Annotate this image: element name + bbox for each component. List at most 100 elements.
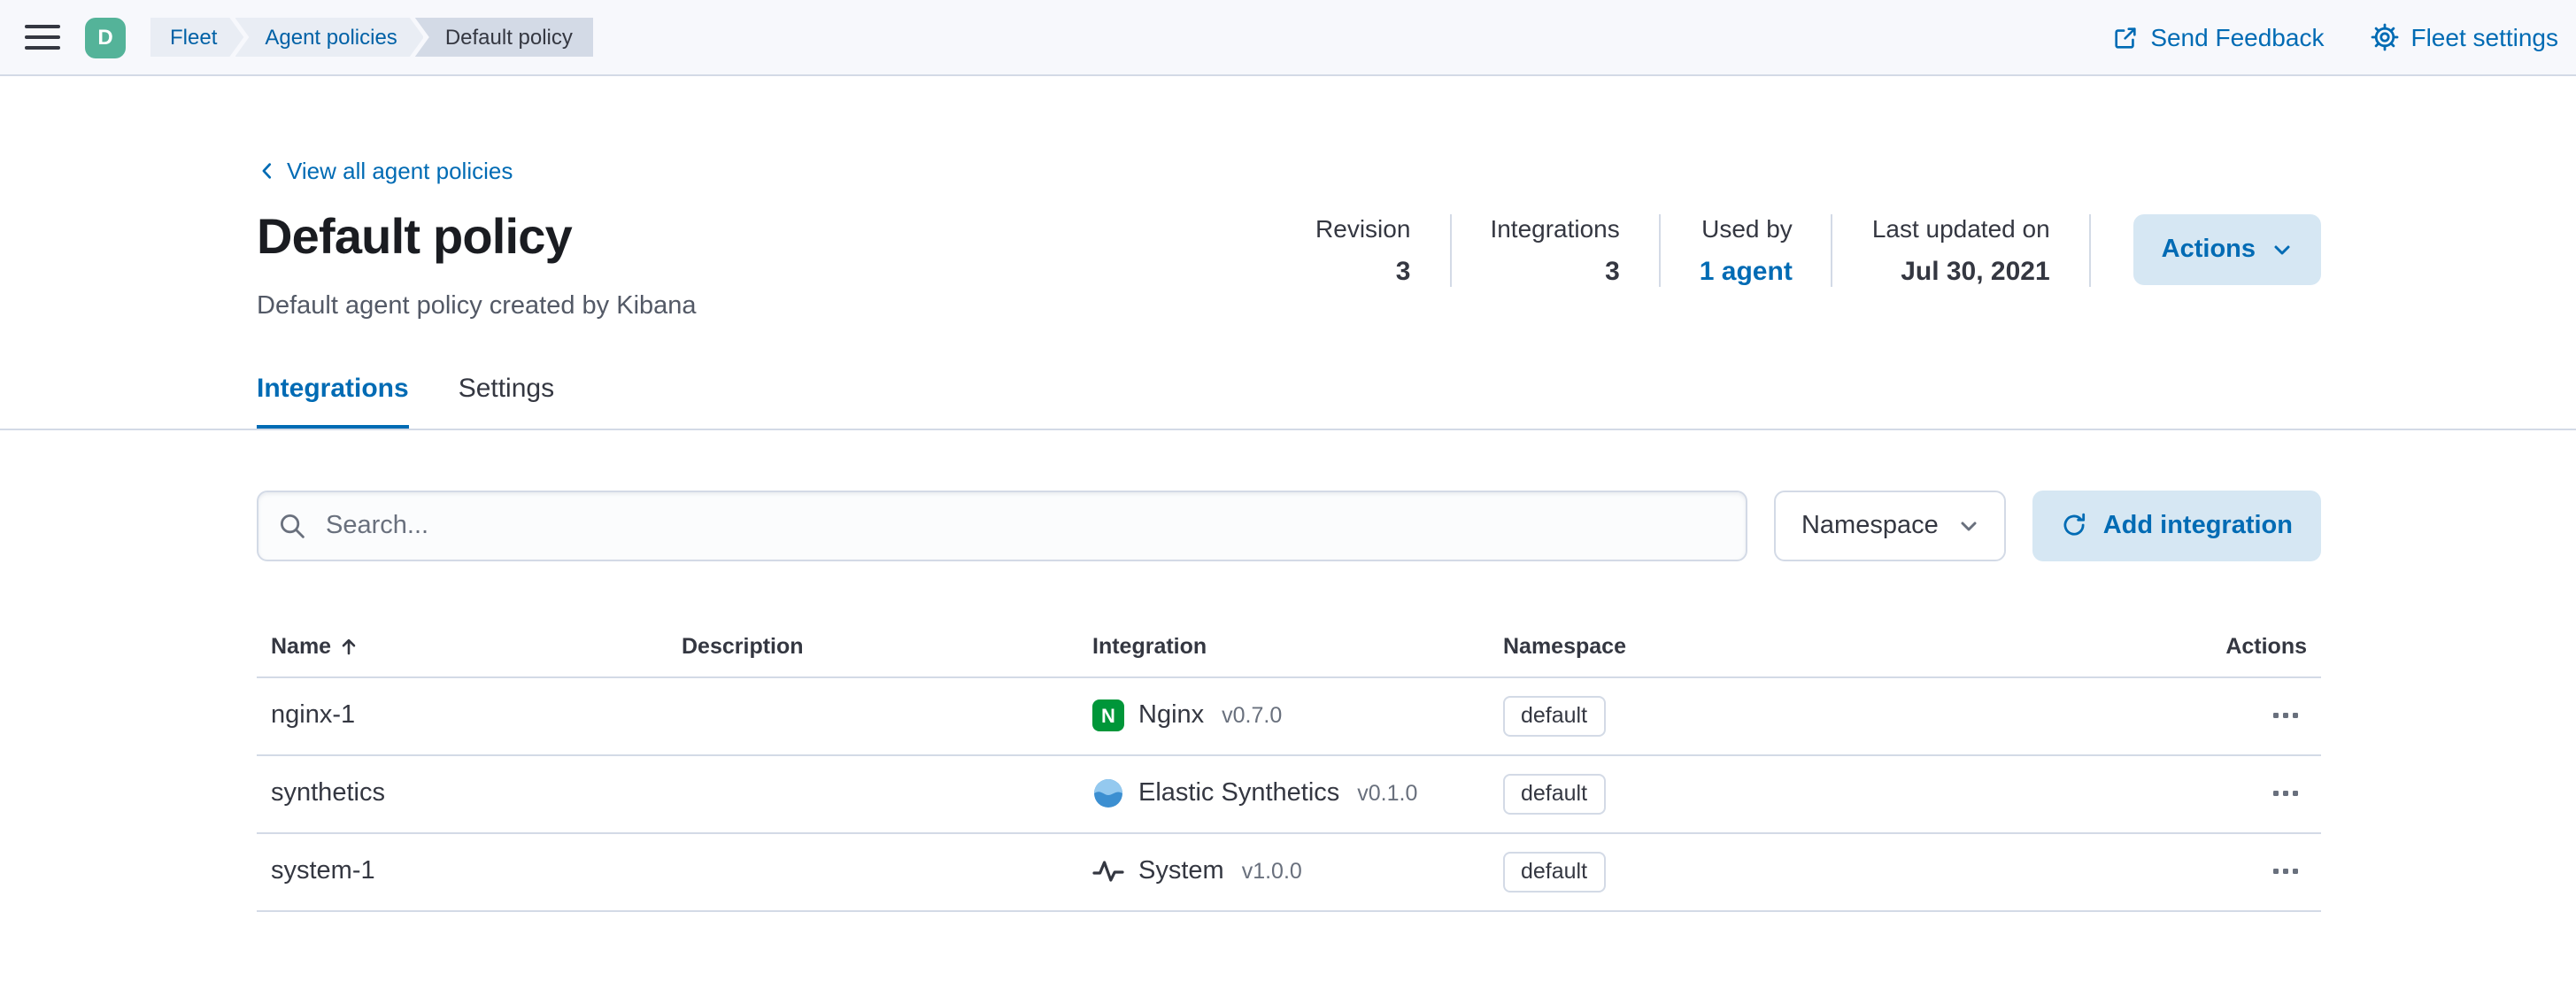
chevron-down-icon <box>1958 515 1979 537</box>
system-icon <box>1092 856 1124 888</box>
breadcrumb-default-policy: Default policy <box>415 18 594 57</box>
search-input[interactable] <box>257 491 1748 561</box>
stat-last-updated-on: Last updated on Jul 30, 2021 <box>1833 214 2091 287</box>
page-header-right: Revision 3 Integrations 3 Used by 1 agent Last… <box>1315 214 2321 287</box>
send-feedback-label: Send Feedback <box>2150 23 2324 51</box>
column-header-name[interactable]: Name <box>257 620 667 676</box>
namespace-cell: default <box>1489 756 2179 832</box>
integration-title: Nginx <box>1138 702 1204 730</box>
top-navigation-bar: D FleetAgent policiesDefault policy Send… <box>0 0 2576 76</box>
external-link-icon <box>2111 24 2138 50</box>
integration-title: System <box>1138 858 1224 886</box>
policy-stats: Revision 3 Integrations 3 Used by 1 agent Last… <box>1315 214 2091 287</box>
column-label: Name <box>271 634 331 659</box>
add-integration-label: Add integration <box>2103 512 2293 540</box>
search-box <box>257 491 1748 561</box>
search-icon <box>278 512 306 540</box>
gear-icon <box>2370 23 2398 51</box>
stat-label: Used by <box>1700 214 1793 243</box>
stat-label: Integrations <box>1490 214 1619 243</box>
stat-value: 3 <box>1490 257 1619 287</box>
page-header: Default policy Default agent policy crea… <box>257 211 2321 321</box>
elastic-synthetics-icon <box>1092 778 1124 810</box>
topbar-actions: Send Feedback Fleet settings <box>2111 23 2558 51</box>
namespace-filter-button[interactable]: Namespace <box>1775 491 2006 561</box>
column-header-actions: Actions <box>2179 620 2321 676</box>
tab-settings[interactable]: Settings <box>459 374 554 429</box>
integration-description <box>667 678 1078 754</box>
stat-label: Last updated on <box>1872 214 2050 243</box>
policy-detail-page: View all agent policies Default policy D… <box>0 76 2576 912</box>
integration-policy-name: synthetics <box>257 756 667 832</box>
namespace-cell: default <box>1489 678 2179 754</box>
stat-value: Jul 30, 2021 <box>1872 257 2050 287</box>
space-avatar[interactable]: D <box>85 17 126 58</box>
stat-value[interactable]: 1 agent <box>1700 257 1793 287</box>
column-header-namespace: Namespace <box>1489 620 2179 676</box>
integration-version: v1.0.0 <box>1242 860 1302 885</box>
column-label: Integration <box>1092 634 1207 659</box>
stat-value: 3 <box>1315 257 1410 287</box>
table-row: nginx-1 N Nginx v0.7.0 default <box>257 678 2321 756</box>
table-row: synthetics Elastic Syntheticsv0.1.0 defaul… <box>257 756 2321 834</box>
chevron-left-icon <box>257 161 276 181</box>
page-title: Default policy <box>257 211 697 266</box>
view-all-policies-label: View all agent policies <box>287 158 513 184</box>
tabs-divider <box>0 429 2576 430</box>
table-header-row: Name Description Integration Namespace Actio… <box>257 620 2321 678</box>
integration-cell: N Nginx v0.7.0 <box>1078 678 1489 754</box>
integration-version: v0.1.0 <box>1357 782 1417 807</box>
row-actions-button[interactable] <box>2264 851 2307 893</box>
table-body: nginx-1 N Nginx v0.7.0 default synthetics Elas… <box>257 678 2321 912</box>
fleet-settings-link[interactable]: Fleet settings <box>2370 23 2558 51</box>
integration-description <box>667 834 1078 910</box>
policy-description: Default agent policy created by Kibana <box>257 292 697 321</box>
integration-policy-name: system-1 <box>257 834 667 910</box>
view-all-policies-link[interactable]: View all agent policies <box>257 158 513 184</box>
tab-integrations[interactable]: Integrations <box>257 374 409 429</box>
add-integration-button[interactable]: Add integration <box>2032 491 2321 561</box>
integration-description <box>667 756 1078 832</box>
menu-icon[interactable] <box>25 21 60 53</box>
send-feedback-link[interactable]: Send Feedback <box>2111 23 2324 51</box>
integrations-toolbar: Namespace Add integration <box>257 491 2321 561</box>
integrations-table: Name Description Integration Namespace Actio… <box>257 620 2321 912</box>
nginx-icon: N <box>1092 700 1124 732</box>
column-header-description: Description <box>667 620 1078 676</box>
actions-cell <box>2179 756 2321 832</box>
refresh-icon <box>2061 513 2087 539</box>
table-row: system-1 System v1.0.0 default <box>257 834 2321 912</box>
page-header-left: Default policy Default agent policy crea… <box>257 211 697 321</box>
row-actions-button[interactable] <box>2264 695 2307 738</box>
chevron-down-icon <box>2271 239 2293 260</box>
stat-revision: Revision 3 <box>1315 214 1451 287</box>
breadcrumbs: FleetAgent policiesDefault policy <box>150 18 594 57</box>
sort-ascending-icon <box>338 636 359 657</box>
fleet-settings-label: Fleet settings <box>2410 23 2558 51</box>
namespace-filter-label: Namespace <box>1801 512 1939 540</box>
integration-cell: System v1.0.0 <box>1078 834 1489 910</box>
stat-label: Revision <box>1315 214 1410 243</box>
actions-button-label: Actions <box>2162 236 2256 264</box>
integration-cell: Elastic Syntheticsv0.1.0 <box>1078 756 1489 832</box>
row-actions-button[interactable] <box>2264 773 2307 815</box>
actions-cell <box>2179 834 2321 910</box>
namespace-badge: default <box>1503 852 1605 893</box>
column-header-integration: Integration <box>1078 620 1489 676</box>
namespace-cell: default <box>1489 834 2179 910</box>
kibana-fleet-page: D FleetAgent policiesDefault policy Send… <box>0 0 2576 997</box>
tabs: Integrations Settings <box>257 374 2321 429</box>
svg-text:N: N <box>1101 706 1115 728</box>
breadcrumb-fleet[interactable]: Fleet <box>150 18 243 57</box>
actions-button[interactable]: Actions <box>2133 214 2321 285</box>
column-label: Actions <box>2225 634 2307 659</box>
column-label: Description <box>682 634 804 659</box>
stat-used-by: Used by 1 agent <box>1661 214 1833 287</box>
breadcrumb-agent-policies[interactable]: Agent policies <box>235 18 423 57</box>
actions-cell <box>2179 678 2321 754</box>
stat-integrations: Integrations 3 <box>1451 214 1660 287</box>
integration-policy-name: nginx-1 <box>257 678 667 754</box>
integration-version: v0.7.0 <box>1222 704 1282 729</box>
namespace-badge: default <box>1503 774 1605 815</box>
column-label: Namespace <box>1503 634 1626 659</box>
